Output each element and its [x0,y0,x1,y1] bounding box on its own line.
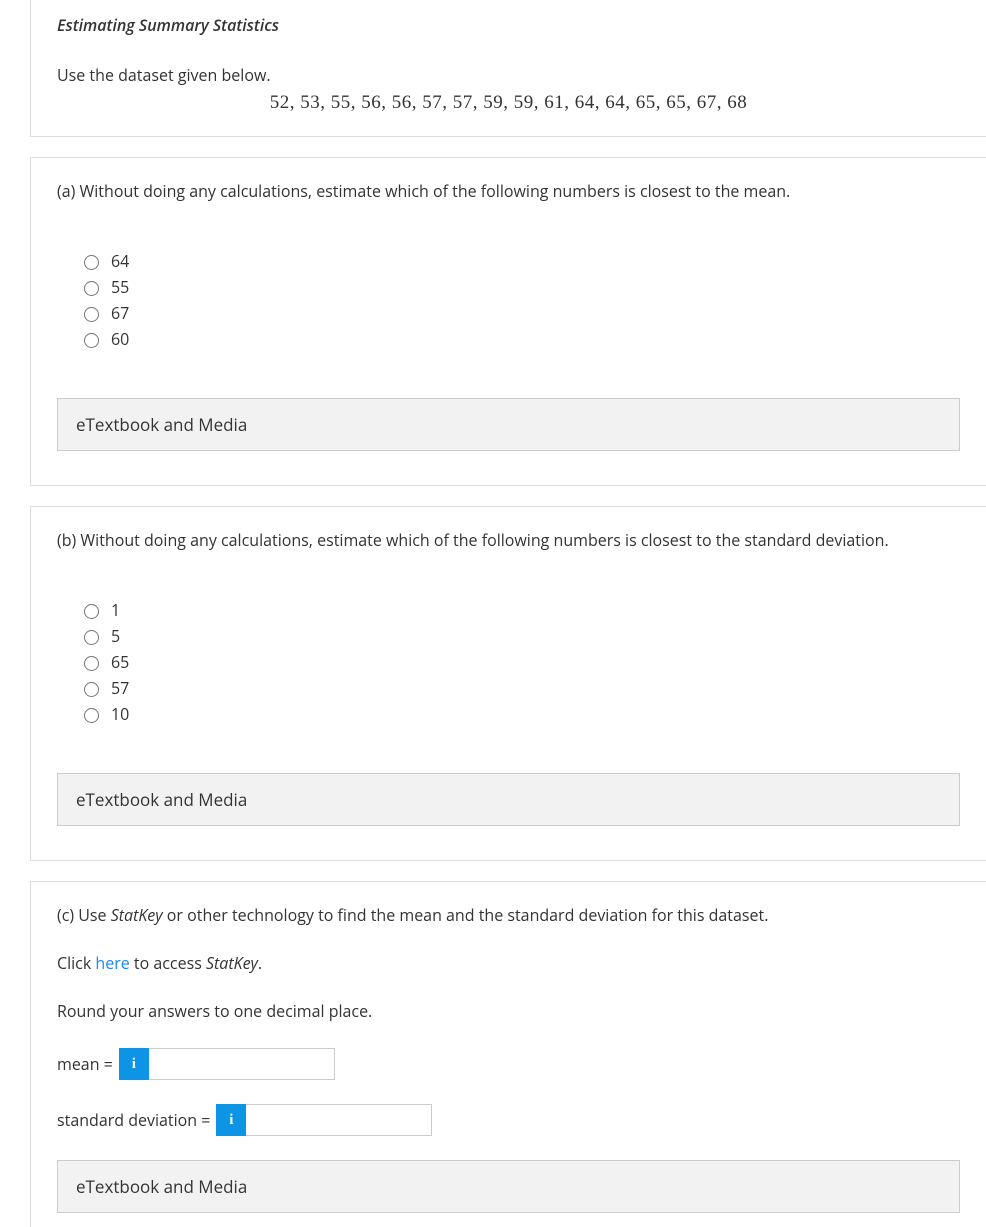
option-b-4[interactable]: 10 [79,703,960,725]
option-b-1[interactable]: 5 [79,625,960,647]
part-c-line3: Round your answers to one decimal place. [57,1000,960,1022]
option-label: 10 [111,703,129,725]
etextbook-media-button[interactable]: eTextbook and Media [57,773,960,826]
option-label: 1 [111,599,120,621]
statkey-italic: StatKey [111,904,163,926]
option-b-0[interactable]: 1 [79,599,960,621]
part-c-panel: (c) Use StatKey or other technology to f… [30,881,986,1227]
option-label: 55 [111,276,129,298]
etextbook-media-button[interactable]: eTextbook and Media [57,1160,960,1213]
option-label: 67 [111,302,129,324]
part-b-prompt: (b) Without doing any calculations, esti… [57,529,960,551]
intro-panel: Estimating Summary Statistics Use the da… [30,0,986,137]
part-b-panel: (b) Without doing any calculations, esti… [30,506,986,861]
mean-input[interactable] [149,1048,335,1080]
part-a-options: 64 55 67 60 [79,250,960,350]
mean-answer-row: mean = i [57,1048,960,1080]
option-a-2[interactable]: 67 [79,302,960,324]
intro-instruction: Use the dataset given below. [57,64,960,86]
text-fragment: . [258,952,262,974]
text-fragment: (c) Use [57,904,111,926]
etextbook-media-button[interactable]: eTextbook and Media [57,398,960,451]
option-label: 64 [111,250,129,272]
radio-a-1[interactable] [84,281,99,296]
intro-title: Estimating Summary Statistics [57,14,960,36]
option-a-0[interactable]: 64 [79,250,960,272]
option-b-3[interactable]: 57 [79,677,960,699]
radio-b-1[interactable] [84,630,99,645]
info-icon[interactable]: i [216,1104,246,1136]
statkey-link[interactable]: here [95,952,129,974]
mean-label: mean = [57,1053,113,1075]
part-c-line1: (c) Use StatKey or other technology to f… [57,904,960,926]
text-fragment: to access [130,952,206,974]
option-label: 5 [111,625,120,647]
radio-b-3[interactable] [84,682,99,697]
text-fragment: Click [57,952,95,974]
option-label: 57 [111,677,129,699]
statkey-italic: StatKey [206,952,258,974]
option-label: 60 [111,328,129,350]
dataset-values: 52, 53, 55, 56, 56, 57, 57, 59, 59, 61, … [57,92,960,114]
part-b-options: 1 5 65 57 10 [79,599,960,725]
radio-b-2[interactable] [84,656,99,671]
text-fragment: or other technology to find the mean and… [163,904,769,926]
sd-input[interactable] [246,1104,432,1136]
sd-answer-row: standard deviation = i [57,1104,960,1136]
option-a-3[interactable]: 60 [79,328,960,350]
info-icon[interactable]: i [119,1048,149,1080]
sd-label: standard deviation = [57,1109,210,1131]
option-b-2[interactable]: 65 [79,651,960,673]
radio-a-0[interactable] [84,255,99,270]
option-a-1[interactable]: 55 [79,276,960,298]
part-c-line2: Click here to access StatKey. [57,952,960,974]
option-label: 65 [111,651,129,673]
radio-b-0[interactable] [84,604,99,619]
radio-b-4[interactable] [84,708,99,723]
radio-a-2[interactable] [84,307,99,322]
radio-a-3[interactable] [84,333,99,348]
part-a-prompt: (a) Without doing any calculations, esti… [57,180,960,202]
part-a-panel: (a) Without doing any calculations, esti… [30,157,986,486]
